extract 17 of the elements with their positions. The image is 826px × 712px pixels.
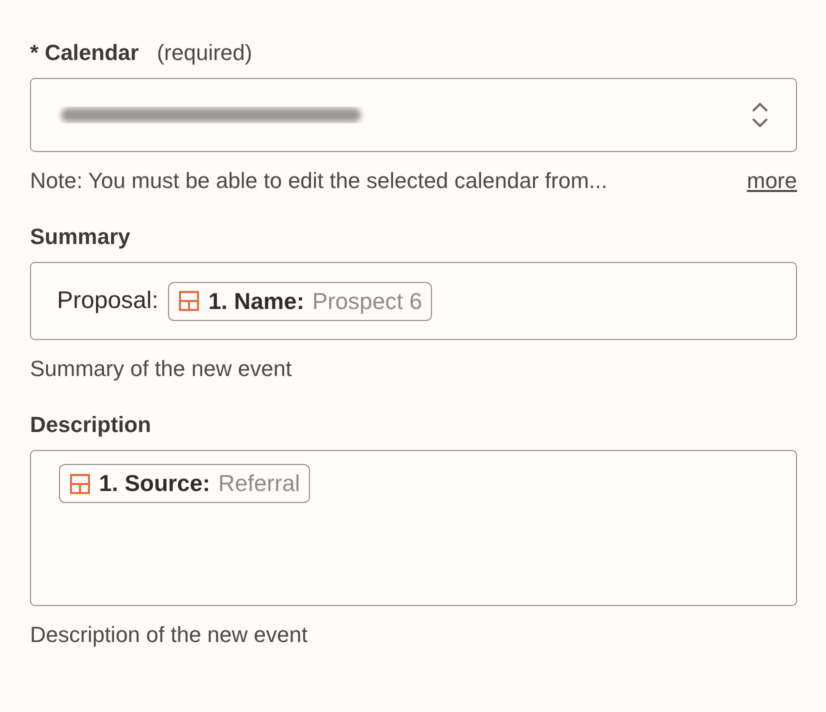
description-input[interactable]: 1. Source: Referral [30,450,797,606]
table-icon [69,472,91,494]
field-label: Description [30,412,152,438]
help-text: Summary of the new event [30,356,292,382]
field-token[interactable]: 1. Source: Referral [59,464,310,503]
help-text: Note: You must be able to edit the selected calendar from... [30,168,608,194]
help-text: Description of the new event [30,622,308,648]
up-down-chevron-icon [750,100,770,130]
table-icon [178,290,200,312]
field-label: Summary [30,224,130,250]
field-label: * Calendar [30,40,139,66]
field-text: Proposal: [57,287,158,315]
required-note: (required) [156,40,252,66]
calendar-select[interactable] [30,78,797,152]
summary-input[interactable]: Proposal: 1. Name: Prospect 6 [30,262,797,340]
field-token[interactable]: 1. Name: Prospect 6 [168,282,432,320]
more-link[interactable]: more [746,168,797,194]
